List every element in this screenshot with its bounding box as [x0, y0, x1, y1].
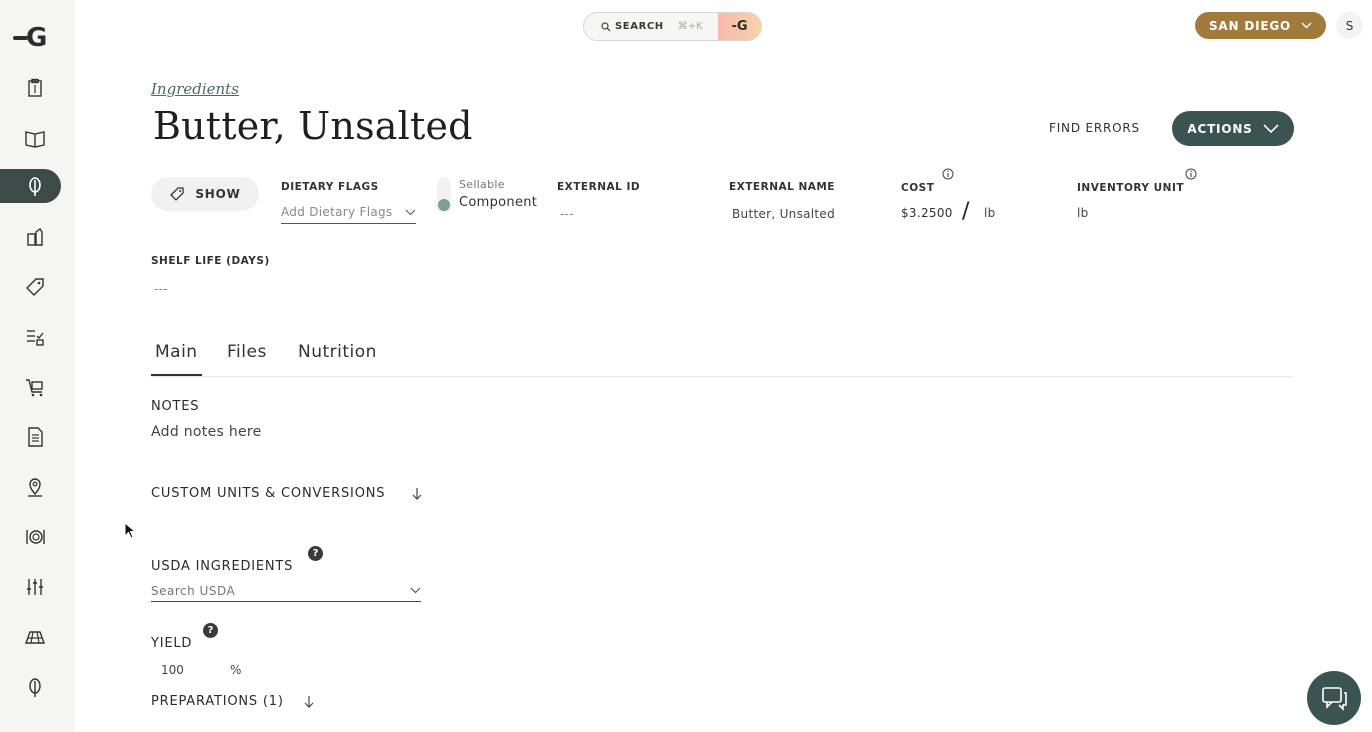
sidebar-item-leaf[interactable]	[0, 670, 61, 704]
cost-separator: /	[962, 199, 970, 224]
checklist-icon	[26, 330, 44, 346]
tab-main[interactable]: Main	[151, 342, 202, 376]
sidebar-item-tags[interactable]	[0, 270, 61, 304]
sidebar-item-checklist[interactable]	[0, 320, 61, 354]
toggle-knob[interactable]	[438, 199, 450, 211]
sidebar: G	[0, 0, 75, 732]
search-label: SEARCH	[615, 21, 664, 32]
custom-units-label[interactable]: CUSTOM UNITS & CONVERSIONS	[151, 486, 385, 501]
page-title: Butter, Unsalted	[153, 104, 473, 148]
preparations-label[interactable]: PREPARATIONS (1)	[151, 694, 284, 709]
logo-letter: G	[26, 23, 48, 53]
leaf-icon	[28, 678, 41, 697]
info-icon[interactable]	[1185, 168, 1197, 180]
notes-label: NOTES	[151, 399, 200, 414]
ingredient-leaf-icon	[28, 177, 41, 196]
sidebar-item-dining[interactable]	[0, 520, 61, 554]
inventory-unit-label: INVENTORY UNIT	[1077, 182, 1185, 194]
location-selector[interactable]: SAN DIEGO	[1195, 12, 1326, 39]
book-icon	[24, 131, 45, 148]
sidebar-item-recipes[interactable]	[0, 121, 61, 155]
usda-placeholder: Search USDA	[151, 583, 236, 598]
user-avatar[interactable]: S	[1336, 12, 1363, 39]
external-id-value[interactable]: ---	[560, 207, 574, 221]
inventory-unit-value[interactable]: lb	[1077, 206, 1089, 220]
search-icon	[601, 21, 611, 31]
dietary-flags-input[interactable]: Add Dietary Flags	[281, 203, 416, 224]
external-name-label: EXTERNAL NAME	[729, 181, 835, 193]
info-icon[interactable]	[942, 168, 954, 180]
actions-button[interactable]: ACTIONS	[1172, 111, 1294, 146]
sidebar-item-locations[interactable]	[0, 470, 61, 504]
cost-value[interactable]: $3.2500	[901, 206, 953, 220]
help-icon[interactable]: ?	[308, 546, 323, 561]
cost-label: COST	[901, 182, 935, 194]
cost-unit[interactable]: lb	[984, 206, 996, 220]
shelf-life-label: SHELF LIFE (DAYS)	[151, 255, 270, 267]
document-icon	[27, 427, 43, 447]
sidebar-item-clipboard[interactable]	[0, 71, 61, 105]
tab-bar: Main Files Nutrition	[151, 336, 1293, 377]
tab-nutrition[interactable]: Nutrition	[298, 342, 377, 376]
find-errors-button[interactable]: FIND ERRORS	[1049, 121, 1140, 135]
help-icon[interactable]: ?	[203, 623, 218, 638]
toggle-option-sellable[interactable]: Sellable	[459, 178, 505, 191]
dining-icon	[25, 530, 45, 544]
sidebar-item-reports[interactable]	[0, 420, 61, 454]
location-label: SAN DIEGO	[1208, 18, 1292, 33]
tag-icon	[25, 278, 44, 296]
yield-unit: %	[230, 663, 242, 677]
chevron-down-icon	[410, 587, 421, 594]
shelf-life-value[interactable]: ---	[154, 282, 168, 296]
sidebar-item-settings[interactable]	[0, 570, 61, 604]
location-pin-icon	[27, 478, 42, 497]
search-shortcut: ⌘+K	[677, 21, 703, 32]
breadcrumb-ingredients[interactable]: Ingredients	[151, 80, 239, 98]
usda-search-input[interactable]: Search USDA	[151, 580, 421, 602]
clipboard-icon	[27, 78, 42, 97]
notes-input[interactable]: Add notes here	[151, 424, 262, 440]
chat-button[interactable]	[1307, 671, 1361, 725]
chevron-down-icon	[1263, 124, 1279, 133]
usda-label: USDA INGREDIENTS	[151, 559, 294, 574]
show-tags-button[interactable]: SHOW	[151, 177, 259, 211]
chevron-down-icon	[405, 209, 416, 215]
containers-icon	[26, 227, 43, 246]
arrow-down-icon[interactable]	[303, 695, 315, 709]
external-id-label: EXTERNAL ID	[557, 181, 641, 193]
map-icon	[24, 631, 45, 644]
yield-label: YIELD	[151, 636, 193, 651]
arrow-down-icon[interactable]	[411, 487, 423, 501]
search-button[interactable]: SEARCH ⌘+K -G	[583, 12, 762, 41]
external-name-value[interactable]: Butter, Unsalted	[732, 207, 835, 221]
app-logo[interactable]: G	[13, 24, 57, 52]
sidebar-item-orders[interactable]	[0, 370, 61, 404]
yield-input[interactable]: 100	[161, 663, 184, 677]
show-label: SHOW	[195, 187, 241, 201]
dietary-flags-placeholder: Add Dietary Flags	[281, 205, 393, 219]
search-badge[interactable]: -G	[718, 13, 761, 40]
cart-icon	[25, 379, 43, 397]
chevron-down-icon	[1301, 22, 1312, 29]
dietary-flags-label: DIETARY FLAGS	[281, 181, 379, 193]
chat-icon	[1322, 687, 1347, 711]
actions-label: ACTIONS	[1187, 121, 1253, 136]
tag-icon	[170, 187, 184, 201]
toggle-option-component[interactable]: Component	[459, 195, 537, 210]
mouse-cursor-icon	[124, 522, 136, 539]
sidebar-item-map[interactable]	[0, 620, 61, 654]
sidebar-item-containers[interactable]	[0, 220, 61, 254]
sidebar-item-ingredients[interactable]	[0, 169, 61, 203]
sliders-icon	[26, 579, 43, 595]
tab-files[interactable]: Files	[227, 342, 267, 376]
